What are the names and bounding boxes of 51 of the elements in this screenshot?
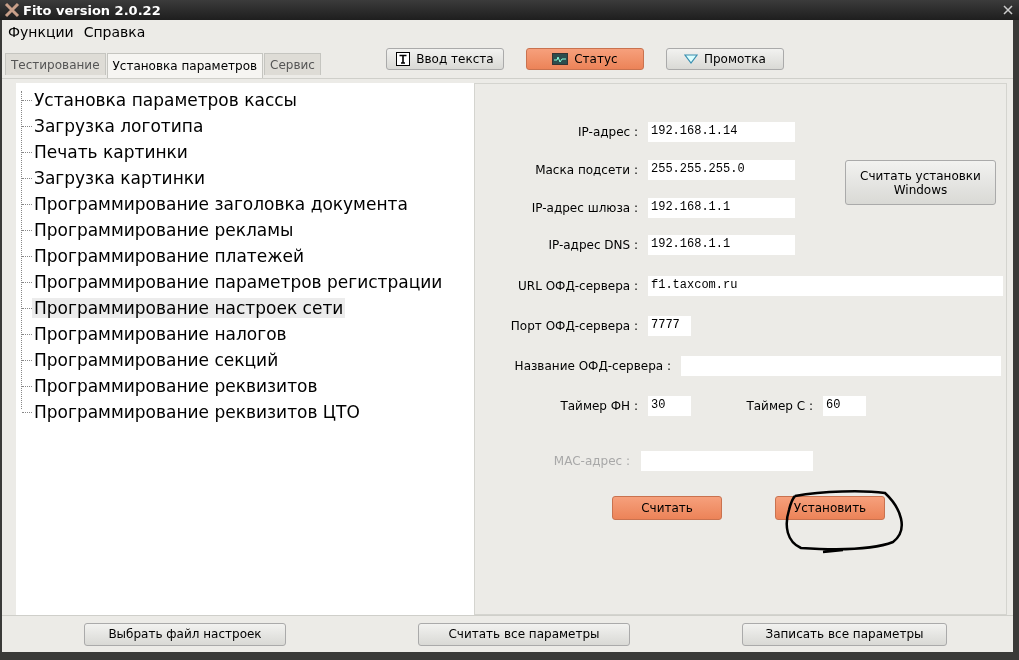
input-field[interactable]: 192.168.1.14 (648, 122, 795, 142)
field-label: Название ОФД-сервера : (513, 359, 671, 373)
tree-item[interactable]: Программирование реквизитов ЦТО (32, 402, 362, 422)
toolbar-button[interactable]: Ввод текста (385, 48, 504, 70)
toolbar-button[interactable]: Статус (525, 48, 644, 70)
menu-item[interactable]: Функции (8, 24, 74, 40)
menu-item[interactable]: Справка (83, 24, 146, 40)
monitor-icon (552, 53, 569, 65)
field-label: IP-адрес шлюза : (530, 201, 638, 215)
field-label: IP-адрес : (577, 125, 638, 139)
tree-item[interactable]: Загрузка картинки (32, 168, 208, 188)
tree-item[interactable]: Программирование настроек сети (32, 298, 346, 318)
tree-item[interactable]: Программирование рекламы (32, 220, 296, 240)
action-button[interactable]: Установить (775, 496, 885, 520)
input-field[interactable]: f1.taxcom.ru (648, 276, 1003, 296)
field-label: MAC-адрес : (552, 454, 630, 468)
input-field[interactable]: 255.255.255.0 (648, 160, 795, 180)
input-field[interactable]: 192.168.1.1 (648, 198, 795, 218)
field-label: Таймер С : (745, 399, 813, 413)
close-icon[interactable] (1003, 5, 1013, 15)
bottom-button[interactable]: Записать все параметры (742, 622, 947, 646)
input-field[interactable] (681, 356, 1001, 376)
input-field[interactable]: 192.168.1.1 (648, 235, 795, 255)
field-label: Порт ОФД-сервера : (509, 319, 638, 333)
bottom-button[interactable]: Выбрать файл настроек (84, 622, 286, 646)
read-windows-settings-button[interactable]: Считать установки Windows (845, 160, 996, 205)
tree-item[interactable]: Программирование заголовка документа (32, 194, 410, 214)
tab[interactable]: Тестирование (5, 53, 106, 75)
window-title: Fito version 2.0.22 (23, 2, 161, 18)
text-icon (396, 52, 411, 66)
input-field[interactable]: 60 (823, 396, 866, 416)
tree-item[interactable]: Установка параметров кассы (32, 90, 299, 110)
input-field[interactable]: 7777 (648, 316, 691, 336)
triangle-down-icon (683, 54, 698, 64)
tree-item[interactable]: Программирование параметров регистрации (32, 272, 445, 292)
tree-item[interactable]: Программирование платежей (32, 246, 307, 266)
input-field[interactable]: 30 (648, 396, 691, 416)
tree-item[interactable]: Программирование налогов (32, 324, 289, 344)
toolbar-button[interactable]: Промотка (665, 48, 784, 70)
field-label: IP-адрес DNS : (547, 238, 638, 252)
tab[interactable]: Сервис (264, 53, 321, 75)
tree-item[interactable]: Программирование реквизитов (32, 376, 320, 396)
tab[interactable]: Установка параметров (106, 53, 264, 78)
field-label: Таймер ФН : (559, 399, 638, 413)
bottom-button[interactable]: Считать все параметры (418, 622, 630, 646)
action-button[interactable]: Считать (612, 496, 722, 520)
tree-item[interactable]: Загрузка логотипа (32, 116, 206, 136)
field-label: URL ОФД-сервера : (517, 279, 638, 293)
tree-item[interactable]: Программирование секций (32, 350, 281, 370)
field-label: Маска подсети : (534, 163, 638, 177)
tree-item[interactable]: Печать картинки (32, 142, 190, 162)
